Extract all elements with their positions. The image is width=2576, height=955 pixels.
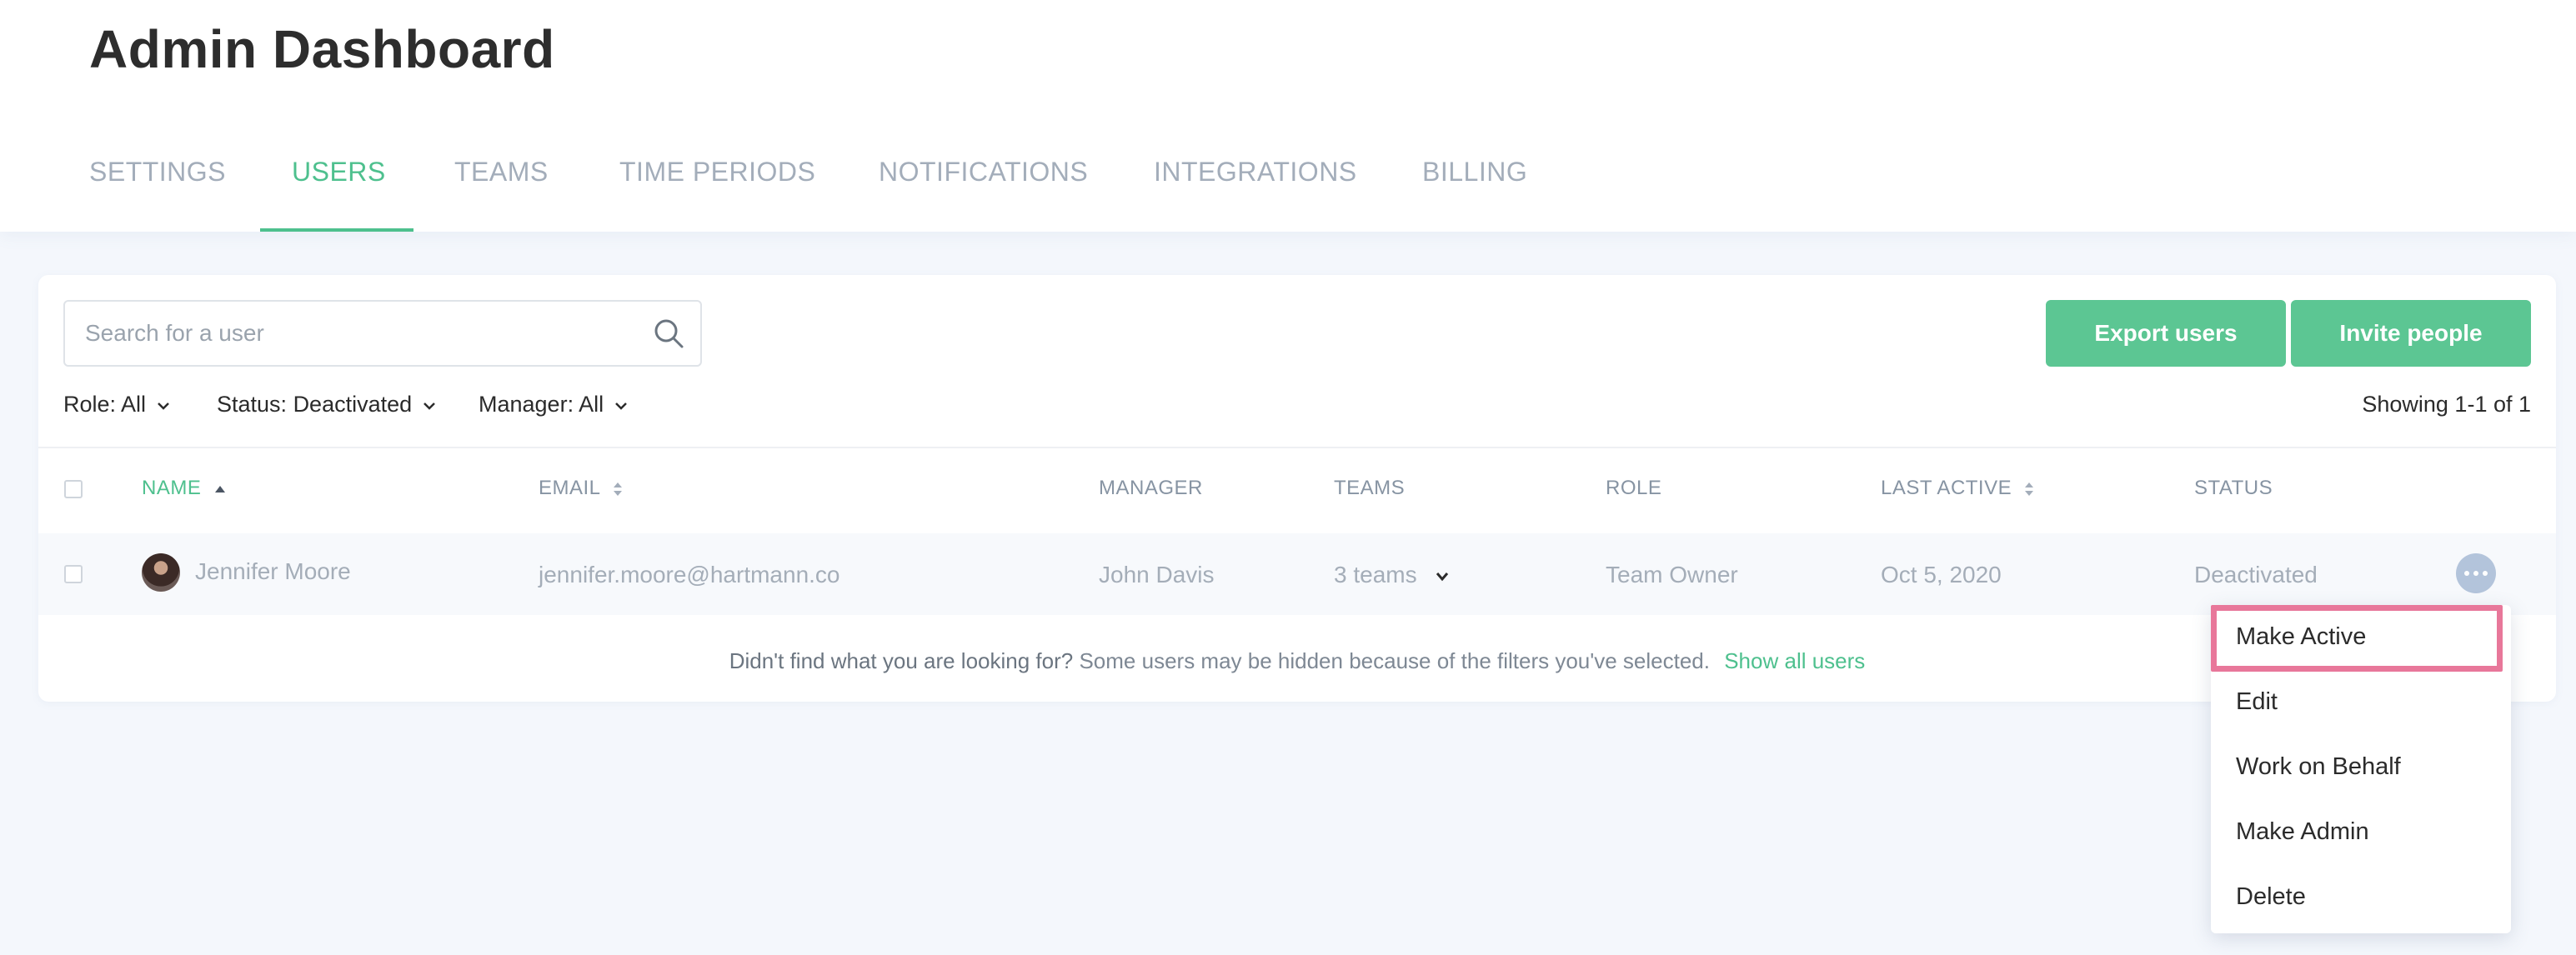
sort-icon: [2025, 482, 2034, 496]
tab-billing[interactable]: BILLING: [1422, 157, 1527, 188]
admin-header: Admin Dashboard SETTINGS USERS TEAMS TIM…: [0, 0, 2576, 232]
status-filter[interactable]: Status: Deactivated: [217, 392, 437, 418]
user-last-active: Oct 5, 2020: [1881, 562, 2002, 588]
select-all-checkbox[interactable]: [64, 480, 83, 498]
avatar: [142, 553, 180, 592]
table-header: NAME EMAIL MANAGER TEAMS ROLE LAST ACTIV…: [38, 448, 2556, 532]
user-teams[interactable]: 3 teams: [1334, 562, 1450, 588]
sort-asc-icon: [214, 485, 225, 492]
page-title: Admin Dashboard: [89, 19, 555, 79]
user-role: Team Owner: [1606, 562, 1738, 588]
column-name-label: NAME: [142, 477, 202, 499]
more-horizontal-icon: [2464, 571, 2488, 576]
role-filter-label: Role:: [63, 392, 117, 417]
user-email: jennifer.moore@hartmann.co: [539, 562, 840, 588]
row-checkbox[interactable]: [64, 565, 83, 583]
menu-item-edit[interactable]: Edit: [2236, 688, 2278, 716]
tab-bar: SETTINGS USERS TEAMS TIME PERIODS NOTIFI…: [0, 150, 2576, 232]
tab-settings[interactable]: SETTINGS: [89, 157, 226, 188]
menu-item-delete[interactable]: Delete: [2236, 883, 2306, 911]
filter-hint: Didn't find what you are looking for? So…: [38, 648, 2556, 674]
tab-time-periods[interactable]: TIME PERIODS: [619, 157, 815, 188]
tab-notifications[interactable]: NOTIFICATIONS: [879, 157, 1088, 188]
chevron-down-icon: [157, 402, 169, 410]
column-manager: MANAGER: [1099, 477, 1203, 499]
sort-icon: [613, 482, 622, 496]
column-email-label: EMAIL: [539, 477, 600, 499]
column-teams: TEAMS: [1334, 477, 1406, 499]
search-input[interactable]: [85, 302, 635, 365]
tab-users[interactable]: USERS: [292, 157, 386, 188]
column-last-active[interactable]: LAST ACTIVE: [1881, 477, 2034, 500]
users-card: Export users Invite people Role: All Sta…: [38, 275, 2556, 702]
column-email[interactable]: EMAIL: [539, 477, 623, 500]
row-actions-menu: Make Active Edit Work on Behalf Make Adm…: [2211, 605, 2511, 933]
active-tab-indicator: [260, 228, 413, 232]
tab-teams[interactable]: TEAMS: [454, 157, 549, 188]
search-icon[interactable]: [652, 317, 685, 350]
menu-item-make-admin[interactable]: Make Admin: [2236, 818, 2369, 846]
filters-bar: Role: All Status: Deactivated Manager: A…: [63, 392, 864, 425]
row-actions-button[interactable]: [2456, 553, 2496, 593]
chevron-down-icon: [1436, 572, 1449, 581]
chevron-down-icon: [423, 402, 435, 410]
column-last-active-label: LAST ACTIVE: [1881, 477, 2012, 499]
status-filter-value: Deactivated: [293, 392, 413, 417]
role-filter[interactable]: Role: All: [63, 392, 171, 418]
manager-filter-value: All: [579, 392, 604, 417]
manager-filter-label: Manager:: [479, 392, 574, 417]
column-status: STATUS: [2194, 477, 2273, 499]
export-users-button[interactable]: Export users: [2046, 300, 2286, 367]
show-all-users-link[interactable]: Show all users: [1724, 648, 1865, 673]
user-status: Deactivated: [2194, 562, 2318, 588]
menu-highlight: [2211, 605, 2503, 672]
manager-filter[interactable]: Manager: All: [479, 392, 629, 418]
filter-hint-text: Some users may be hidden because of the …: [1079, 648, 1710, 673]
invite-people-button[interactable]: Invite people: [2291, 300, 2531, 367]
user-manager: John Davis: [1099, 562, 1215, 588]
tab-integrations[interactable]: INTEGRATIONS: [1154, 157, 1357, 188]
table-row[interactable]: Jennifer Moore jennifer.moore@hartmann.c…: [38, 533, 2556, 615]
search-box: [63, 300, 702, 367]
user-teams-label: 3 teams: [1334, 562, 1417, 588]
results-count: Showing 1-1 of 1: [2362, 392, 2531, 417]
chevron-down-icon: [614, 402, 627, 410]
menu-item-work-on-behalf[interactable]: Work on Behalf: [2236, 753, 2401, 781]
column-role: ROLE: [1606, 477, 1662, 499]
column-name[interactable]: NAME: [142, 477, 226, 500]
role-filter-value: All: [121, 392, 147, 417]
user-name[interactable]: Jennifer Moore: [195, 558, 351, 585]
status-filter-label: Status:: [217, 392, 288, 417]
filter-hint-lead: Didn't find what you are looking for?: [729, 648, 1074, 673]
